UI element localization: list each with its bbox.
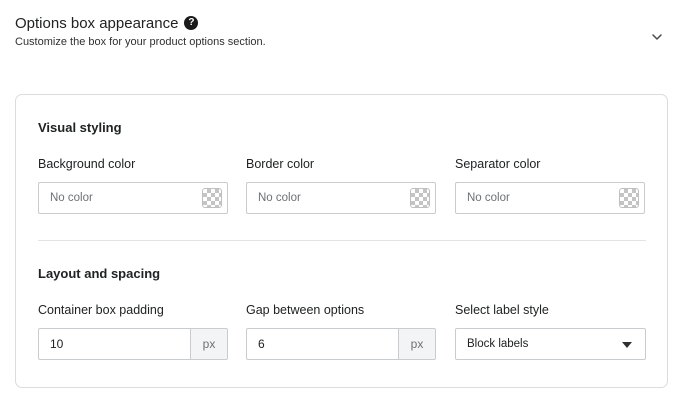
gap-between-options-label: Gap between options bbox=[246, 303, 365, 317]
container-padding-label: Container box padding bbox=[38, 303, 164, 317]
section-title: Options box appearance bbox=[15, 14, 179, 32]
container-padding-value[interactable]: 10 bbox=[39, 329, 190, 359]
separator-color-placeholder: No color bbox=[467, 192, 510, 204]
border-color-label: Border color bbox=[246, 157, 315, 171]
checkerboard-swatch-icon[interactable] bbox=[410, 188, 430, 208]
checkerboard-swatch-icon[interactable] bbox=[202, 188, 222, 208]
label-style-selected-value: Block labels bbox=[467, 338, 529, 350]
question-circle-icon[interactable]: ? bbox=[184, 16, 199, 30]
background-color-label: Background color bbox=[38, 157, 136, 171]
gap-between-options-input[interactable]: 6 px bbox=[246, 328, 436, 360]
background-color-input[interactable]: No color bbox=[38, 182, 228, 214]
chevron-down-icon[interactable] bbox=[651, 32, 663, 42]
visual-styling-heading: Visual styling bbox=[38, 120, 122, 135]
section-subtitle: Customize the box for your product optio… bbox=[15, 36, 266, 48]
background-color-placeholder: No color bbox=[50, 192, 93, 204]
label-style-label: Select label style bbox=[455, 303, 549, 317]
container-padding-input[interactable]: 10 px bbox=[38, 328, 228, 360]
layout-spacing-heading: Layout and spacing bbox=[38, 266, 161, 281]
gap-between-options-value[interactable]: 6 bbox=[247, 329, 398, 359]
border-color-input[interactable]: No color bbox=[246, 182, 436, 214]
options-box-card: Visual styling Background color Border c… bbox=[15, 94, 668, 388]
container-padding-unit: px bbox=[190, 329, 227, 359]
caret-down-icon bbox=[622, 342, 632, 348]
gap-between-options-unit: px bbox=[398, 329, 435, 359]
checkerboard-swatch-icon[interactable] bbox=[619, 188, 639, 208]
separator-color-label: Separator color bbox=[455, 157, 541, 171]
label-style-select[interactable]: Block labels bbox=[455, 328, 646, 360]
section-header: Options box appearance ? Customize the b… bbox=[15, 14, 669, 54]
section-divider bbox=[38, 240, 646, 241]
border-color-placeholder: No color bbox=[258, 192, 301, 204]
separator-color-input[interactable]: No color bbox=[455, 182, 645, 214]
